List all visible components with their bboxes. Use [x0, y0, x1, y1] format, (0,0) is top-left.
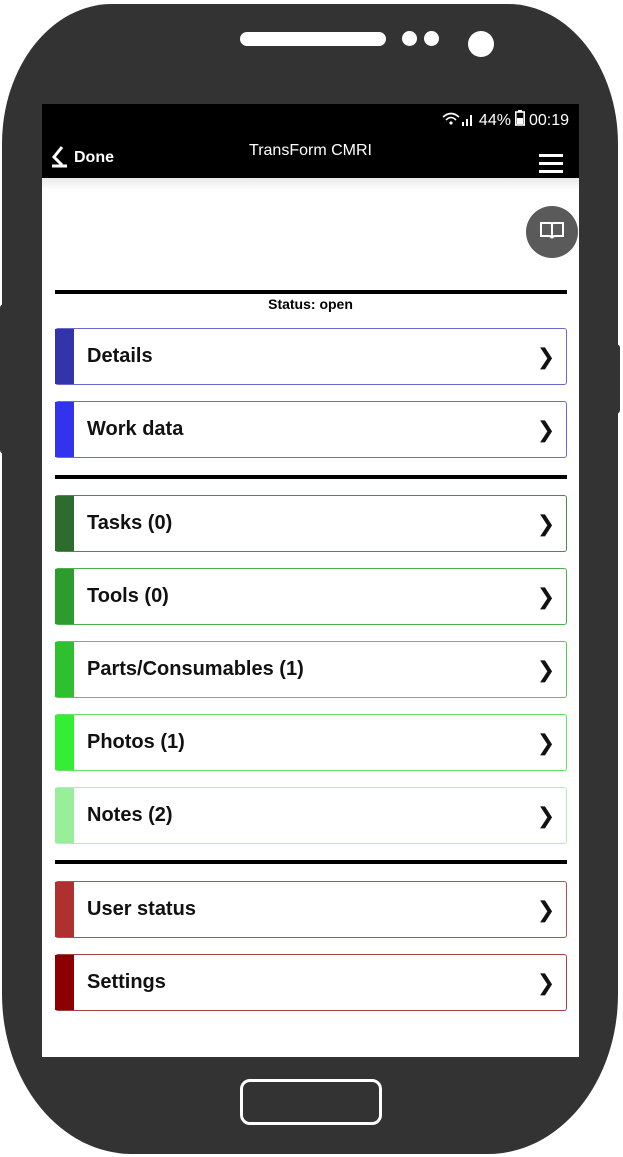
- status-line: Status: open: [268, 296, 353, 312]
- toolbar-shadow: [42, 178, 579, 190]
- chevron-right-icon: ❯: [536, 656, 556, 682]
- section-divider: [55, 860, 567, 864]
- chevron-right-icon: ❯: [536, 969, 556, 995]
- chevron-right-icon: ❯: [536, 583, 556, 609]
- row-color-stripe: [55, 882, 74, 937]
- row-label: Tasks (0): [87, 512, 173, 534]
- row-label: Parts/Consumables (1): [87, 658, 304, 680]
- speaker-grille: [240, 32, 386, 46]
- nav-row-work-data[interactable]: Work data ❯: [55, 401, 567, 458]
- row-label: Photos (1): [87, 731, 185, 753]
- row-label: Settings: [87, 971, 166, 993]
- row-color-stripe: [55, 642, 74, 697]
- hamburger-menu-icon[interactable]: [539, 154, 563, 174]
- row-label: Work data: [87, 418, 184, 440]
- chevron-right-icon: ❯: [536, 896, 556, 922]
- book-icon: [539, 220, 565, 245]
- row-color-stripe: [55, 955, 74, 1010]
- chevron-right-icon: ❯: [536, 416, 556, 442]
- sensor-dot: [424, 31, 439, 46]
- nav-row-tasks[interactable]: Tasks (0) ❯: [55, 495, 567, 552]
- chevron-right-icon: ❯: [536, 729, 556, 755]
- row-label: Tools (0): [87, 585, 169, 607]
- chevron-right-icon: ❯: [536, 802, 556, 828]
- nav-row-user-status[interactable]: User status ❯: [55, 881, 567, 938]
- nav-row-tools[interactable]: Tools (0) ❯: [55, 568, 567, 625]
- row-color-stripe: [55, 569, 74, 624]
- row-color-stripe: [55, 496, 74, 551]
- nav-row-notes[interactable]: Notes (2) ❯: [55, 787, 567, 844]
- clock: 00:19: [528, 111, 569, 129]
- row-label: Notes (2): [87, 804, 173, 826]
- row-color-stripe: [55, 402, 74, 457]
- battery-percent: 44%: [478, 111, 511, 129]
- nav-row-details[interactable]: Details ❯: [55, 328, 567, 385]
- front-camera: [468, 31, 494, 57]
- chevron-right-icon: ❯: [536, 343, 556, 369]
- row-color-stripe: [55, 329, 74, 384]
- wifi-signal-icon: [441, 111, 475, 130]
- sensor-dot: [402, 31, 417, 46]
- home-button[interactable]: [240, 1079, 382, 1125]
- nav-row-settings[interactable]: Settings ❯: [55, 954, 567, 1011]
- screen: 44% 00:19 Done TransForm CMRI Status: op…: [42, 104, 579, 1057]
- battery-icon: [514, 110, 525, 131]
- section-divider: [55, 290, 567, 294]
- book-button[interactable]: [526, 206, 578, 258]
- power-button: [612, 344, 620, 414]
- app-title: TransForm CMRI: [249, 142, 372, 159]
- row-label: Details: [87, 345, 153, 367]
- volume-button: [0, 304, 10, 454]
- nav-row-photos[interactable]: Photos (1) ❯: [55, 714, 567, 771]
- section-divider: [55, 475, 567, 479]
- chevron-right-icon: ❯: [536, 510, 556, 536]
- nav-row-parts-consumables[interactable]: Parts/Consumables (1) ❯: [55, 641, 567, 698]
- row-label: User status: [87, 898, 196, 920]
- row-color-stripe: [55, 715, 74, 770]
- row-color-stripe: [55, 788, 74, 843]
- system-status-bar: 44% 00:19: [42, 104, 579, 134]
- app-bar: Done TransForm CMRI: [42, 134, 579, 178]
